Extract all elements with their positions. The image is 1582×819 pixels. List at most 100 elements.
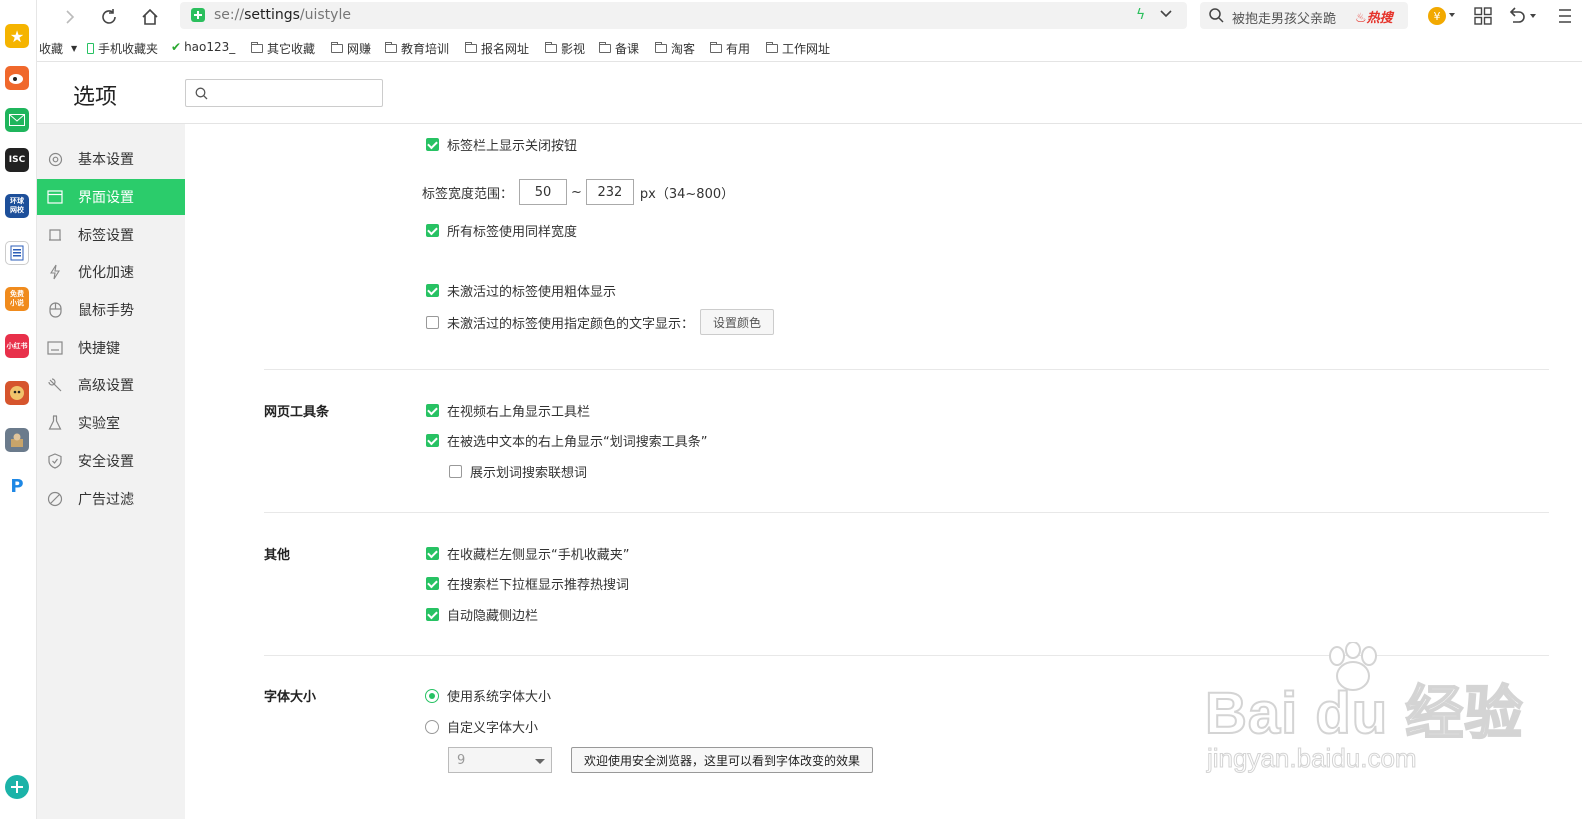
chevron-down-icon xyxy=(535,759,545,764)
checkbox-checked[interactable] xyxy=(426,224,439,237)
word-doc-icon[interactable] xyxy=(5,241,29,265)
bookmarks-bar: 收藏 ▼ 手机收藏夹 ✔ hao123_ 其它收藏 网赚 教育培训 报名网址 影视 … xyxy=(37,34,1582,62)
section-heading-toolbar: 网页工具条 xyxy=(264,405,330,420)
undo-dropdown-icon[interactable] xyxy=(1530,14,1536,18)
bookmark-hao123[interactable]: ✔ hao123_ xyxy=(171,40,235,54)
sidebar-item-security[interactable]: 安全设置 xyxy=(37,443,185,479)
bookmark-mobile[interactable]: 手机收藏夹 xyxy=(87,40,158,57)
option-color-inactive[interactable]: 未激活过的标签使用指定颜色的文字显示： 设置颜色 xyxy=(426,309,775,335)
app-strip: ★ ISC 环球 网校 免费 小说 小红书 P xyxy=(0,0,37,819)
sidebar-item-speedup[interactable]: 优化加速 xyxy=(37,254,185,290)
radio-selected[interactable] xyxy=(425,688,439,703)
sidebar-item-label: 快捷键 xyxy=(78,341,120,357)
tab-width-max-input[interactable]: 232 xyxy=(585,179,634,205)
section-heading-font: 字体大小 xyxy=(264,690,317,705)
checkbox-checked[interactable] xyxy=(426,138,439,151)
range-separator: ~ xyxy=(571,184,582,200)
option-auto-hide-sidebar[interactable]: 自动隐藏侧边栏 xyxy=(426,605,538,624)
radio-unselected[interactable] xyxy=(425,719,439,734)
option-same-width[interactable]: 所有标签使用同样宽度 xyxy=(426,221,577,240)
checkbox-checked[interactable] xyxy=(426,404,439,417)
font-size-select[interactable]: 9 xyxy=(448,747,552,773)
option-show-close-button[interactable]: 标签栏上显示关闭按钮 xyxy=(426,135,577,154)
chevron-down-icon[interactable] xyxy=(1159,8,1173,24)
sidebar-item-mouse-gesture[interactable]: 鼠标手势 xyxy=(37,292,185,328)
forward-icon[interactable] xyxy=(57,4,83,30)
bookmark-folder-wangzhuan[interactable]: 网赚 xyxy=(331,40,371,57)
reload-icon[interactable] xyxy=(96,4,122,30)
isc-icon[interactable]: ISC xyxy=(5,148,29,172)
bookmark-folder-taoke[interactable]: 淘客 xyxy=(655,40,695,57)
set-color-button[interactable]: 设置颜色 xyxy=(700,309,775,335)
option-video-toolbar[interactable]: 在视频右上角显示工具栏 xyxy=(426,401,590,420)
news-app-icon[interactable]: 环球 网校 xyxy=(5,194,29,218)
url-bar[interactable]: se://settings/uistyle ϟ xyxy=(180,2,1187,29)
search-bar[interactable]: 被抱走男孩父亲跪 ♨热搜 xyxy=(1200,2,1408,29)
checkbox-unchecked[interactable] xyxy=(426,315,439,329)
options-search-box[interactable] xyxy=(185,79,383,107)
option-mobile-fav[interactable]: 在收藏栏左侧显示“手机收藏夹” xyxy=(426,544,629,563)
undo-icon[interactable] xyxy=(1507,7,1527,29)
option-bold-inactive[interactable]: 未激活过的标签使用粗体显示 xyxy=(426,281,616,300)
browser-window: ★ ISC 环球 网校 免费 小说 小红书 P se://settings/ui… xyxy=(0,0,1582,819)
bookmark-folder-lesson[interactable]: 备课 xyxy=(599,40,639,57)
pay-app-icon[interactable]: P xyxy=(5,474,29,498)
game-app-icon[interactable] xyxy=(5,381,29,405)
sidebar-item-shortcuts[interactable]: 快捷键 xyxy=(37,330,185,366)
tab-width-min-input[interactable]: 50 xyxy=(519,179,568,205)
novel-app-icon[interactable]: 免费 小说 xyxy=(5,287,29,311)
folder-icon xyxy=(385,42,397,53)
add-app-icon[interactable] xyxy=(5,775,29,799)
coin-dropdown-icon[interactable] xyxy=(1449,13,1455,17)
option-system-font[interactable]: 使用系统字体大小 xyxy=(425,686,551,705)
sidebar-item-label: 鼠标手势 xyxy=(78,303,134,319)
option-label: 在视频右上角显示工具栏 xyxy=(447,405,591,420)
xiaohongshu-icon[interactable]: 小红书 xyxy=(5,334,29,358)
option-label: 自定义字体大小 xyxy=(447,721,539,736)
bookmark-folder-education[interactable]: 教育培训 xyxy=(385,40,449,57)
sidebar-item-basic[interactable]: 基本设置 xyxy=(37,141,185,177)
checkbox-checked[interactable] xyxy=(426,434,439,447)
bookmark-favorites[interactable]: 收藏 ▼ xyxy=(39,40,77,57)
apps-grid-icon[interactable] xyxy=(1474,7,1492,29)
options-search-input[interactable] xyxy=(214,84,374,102)
option-label: 使用系统字体大小 xyxy=(447,690,552,705)
weibo-icon[interactable] xyxy=(5,66,29,90)
hot-search-label[interactable]: ♨热搜 xyxy=(1355,7,1393,26)
bookmark-other[interactable]: 其它收藏 xyxy=(251,40,315,57)
address-toolbar: se://settings/uistyle ϟ 被抱走男孩父亲跪 ♨热搜 ¥ xyxy=(37,0,1582,33)
favorites-star-icon[interactable]: ★ xyxy=(5,24,29,48)
option-selection-toolbar[interactable]: 在被选中文本的右上角显示“划词搜索工具条” xyxy=(426,431,707,450)
checkbox-checked[interactable] xyxy=(426,547,439,560)
baidu-jingyan-watermark: Bai du 经验 jingyan.baidu.com xyxy=(1204,642,1523,790)
option-label: 标签栏上显示关闭按钮 xyxy=(447,139,578,154)
bookmark-folder-work[interactable]: 工作网址 xyxy=(766,40,830,57)
home-icon[interactable] xyxy=(137,4,163,30)
coin-icon[interactable]: ¥ xyxy=(1428,7,1446,25)
checkbox-checked[interactable] xyxy=(426,608,439,621)
checkbox-checked[interactable] xyxy=(426,284,439,297)
mail-icon[interactable] xyxy=(5,108,29,132)
checkbox-unchecked[interactable] xyxy=(449,465,462,478)
bookmark-folder-signup[interactable]: 报名网址 xyxy=(465,40,529,57)
menu-icon[interactable] xyxy=(1557,8,1571,28)
bookmark-folder-useful[interactable]: 有用 xyxy=(710,40,750,57)
tab-width-range: 标签宽度范围： 50 ~ 232 px（34~800） xyxy=(422,179,734,205)
mouse-icon xyxy=(47,302,63,318)
tab-width-unit: px（34~800） xyxy=(639,186,735,202)
checkbox-checked[interactable] xyxy=(426,577,439,590)
pubg-app-icon[interactable] xyxy=(5,428,29,452)
font-preview-button[interactable]: 欢迎使用安全浏览器，这里可以看到字体改变的效果 xyxy=(571,747,874,773)
option-selection-suggest[interactable]: 展示划词搜索联想词 xyxy=(449,462,587,481)
option-hot-words[interactable]: 在搜索栏下拉框显示推荐热搜词 xyxy=(426,574,629,593)
sidebar-item-tabs[interactable]: 标签设置 xyxy=(37,217,185,253)
sidebar-item-lab[interactable]: 实验室 xyxy=(37,405,185,441)
option-custom-font[interactable]: 自定义字体大小 xyxy=(425,717,538,736)
sidebar-item-interface[interactable]: 界面设置 xyxy=(37,179,185,215)
lightning-icon[interactable]: ϟ xyxy=(1136,7,1145,23)
caret-down-icon: ▼ xyxy=(71,44,78,53)
sidebar-item-adblock[interactable]: 广告过滤 xyxy=(37,481,185,517)
bookmark-folder-video[interactable]: 影视 xyxy=(545,40,585,57)
search-suggestion: 被抱走男孩父亲跪 xyxy=(1232,12,1337,27)
sidebar-item-advanced[interactable]: 高级设置 xyxy=(37,367,185,403)
